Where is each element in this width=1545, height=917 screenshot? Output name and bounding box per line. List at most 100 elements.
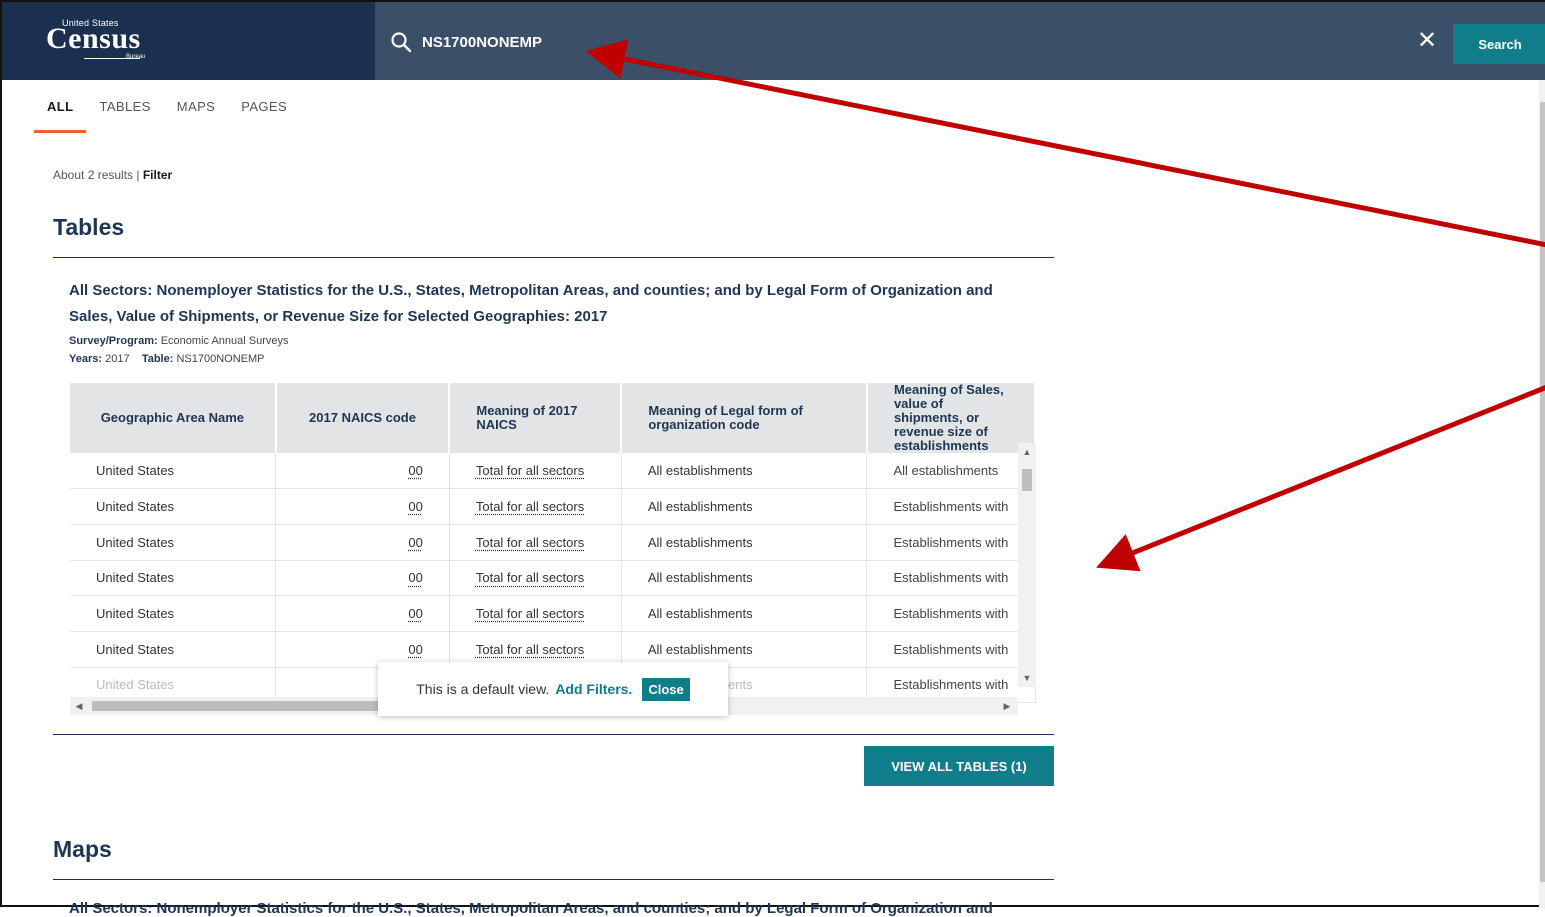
naics-code-link[interactable]: 00 xyxy=(408,606,422,621)
view-all-tables-button[interactable]: VIEW ALL TABLES (1) xyxy=(864,746,1054,786)
table-label: Table: xyxy=(141,353,174,365)
table-cell: All establishments xyxy=(866,453,1036,490)
naics-code-link[interactable]: 00 xyxy=(408,499,422,514)
column-header[interactable]: Meaning of Legal form of organization co… xyxy=(621,383,868,453)
tables-divider xyxy=(53,257,1054,258)
annotation-arrow-to-search xyxy=(585,39,1545,248)
years-value: 2017 xyxy=(105,353,130,365)
tables-heading: Tables xyxy=(53,214,125,240)
filter-link[interactable]: Filter xyxy=(143,168,172,182)
add-filters-link[interactable]: Add Filters. xyxy=(555,681,632,697)
cell-text: All establishments xyxy=(647,534,753,550)
search-input[interactable] xyxy=(422,33,1022,51)
naics-meaning-link[interactable]: Total for all sectors xyxy=(476,570,584,585)
table-cell: Establishments with xyxy=(866,631,1036,668)
table-cell: Total for all sectors xyxy=(449,524,622,561)
annotation-arrow-to-table xyxy=(1096,385,1545,572)
scroll-up-icon[interactable]: ▲ xyxy=(1022,447,1032,457)
cell-text: Establishments with xyxy=(893,606,1009,622)
table-cell: Establishments with xyxy=(866,595,1036,632)
cell-text: United States xyxy=(96,534,175,550)
table-cell: Establishments with xyxy=(866,524,1036,561)
cell-text: United States xyxy=(96,641,175,657)
table-cell: United States xyxy=(70,631,277,668)
cell-text: United States xyxy=(96,499,175,515)
cell-text: All establishments xyxy=(647,606,753,622)
logo-area: United States Census Bureau xyxy=(2,2,375,80)
table-cell: Total for all sectors xyxy=(449,488,622,525)
column-header[interactable]: Meaning of 2017 NAICS xyxy=(449,383,623,453)
naics-meaning-link[interactable]: Total for all sectors xyxy=(476,606,584,621)
table-vertical-scrollbar[interactable]: ▲ ▼ xyxy=(1018,443,1036,687)
clear-search-button[interactable]: ✕ xyxy=(1415,27,1439,54)
table-result-title[interactable]: All Sectors: Nonemployer Statistics for … xyxy=(69,278,1029,330)
tab-maps[interactable]: MAPS xyxy=(164,98,228,134)
results-summary: About 2 results | Filter xyxy=(53,168,172,182)
column-header[interactable]: Meaning of Sales, value of shipments, or… xyxy=(866,383,1036,453)
table-cell: United States xyxy=(70,560,277,597)
cell-text: All establishments xyxy=(893,463,999,479)
result-tabs: ALL TABLES MAPS PAGES xyxy=(34,98,300,134)
naics-code-link[interactable]: 00 xyxy=(408,570,422,585)
close-toast-button[interactable]: Close xyxy=(642,677,690,701)
table-cell: All establishments xyxy=(621,595,868,632)
table-row: United States 00 Total for all sectors All … xyxy=(70,488,1036,525)
survey-label: Survey/Program: xyxy=(69,335,158,347)
tab-pages[interactable]: PAGES xyxy=(228,98,300,134)
cell-text: Establishments with xyxy=(893,641,1009,657)
maps-divider xyxy=(53,879,1054,880)
table-row: United States 00 Total for all sectors All … xyxy=(70,595,1036,632)
table-cell: Total for all sectors xyxy=(449,560,622,597)
scroll-left-icon[interactable]: ◀ xyxy=(74,701,84,711)
cell-text: United States xyxy=(96,463,175,479)
table-cell: 00 xyxy=(275,488,450,525)
logo-main-text: Census xyxy=(46,22,141,55)
table-cell: Establishments with xyxy=(866,560,1036,597)
column-header[interactable]: 2017 NAICS code xyxy=(275,383,451,453)
table-cell: Total for all sectors xyxy=(449,595,622,632)
tab-all[interactable]: ALL xyxy=(34,98,87,134)
naics-meaning-link[interactable]: Total for all sectors xyxy=(476,499,584,514)
years-meta: Years: 2017 Table: NS1700NONEMP xyxy=(69,353,265,365)
scroll-down-icon[interactable]: ▼ xyxy=(1022,673,1032,683)
naics-meaning-link[interactable]: Total for all sectors xyxy=(476,535,584,550)
scroll-thumb[interactable] xyxy=(92,701,382,711)
naics-meaning-link[interactable]: Total for all sectors xyxy=(476,463,584,478)
default-view-toast: This is a default view. Add Filters. Clo… xyxy=(378,662,728,716)
cell-text: Establishments with xyxy=(893,677,1009,693)
table-cell: 00 xyxy=(275,595,450,632)
table-cell: 00 xyxy=(275,453,450,490)
table-cell: 00 xyxy=(275,524,450,561)
page-scrollbar[interactable] xyxy=(1539,80,1545,909)
naics-code-link[interactable]: 00 xyxy=(408,642,422,657)
naics-code-link[interactable]: 00 xyxy=(408,535,422,550)
table-row: United States 00 Total for all sectors All … xyxy=(70,453,1036,490)
cell-text: All establishments xyxy=(647,641,753,657)
search-button[interactable]: Search xyxy=(1453,24,1545,64)
page-scroll-thumb[interactable] xyxy=(1540,102,1545,882)
naics-meaning-link[interactable]: Total for all sectors xyxy=(476,642,584,657)
maps-heading: Maps xyxy=(53,836,112,862)
scroll-right-icon[interactable]: ▶ xyxy=(1002,701,1012,711)
table-cell: United States xyxy=(70,453,277,490)
close-icon: ✕ xyxy=(1416,27,1438,54)
search-bar xyxy=(390,28,1022,56)
tab-tables[interactable]: TABLES xyxy=(86,98,163,134)
table-cell: United States xyxy=(70,524,277,561)
years-label: Years: xyxy=(69,353,103,365)
cell-text: United States xyxy=(96,606,175,622)
cell-text: Establishments with xyxy=(893,534,1009,550)
table-row: United States 00 Total for all sectors All … xyxy=(70,524,1036,561)
table-cell: Total for all sectors xyxy=(449,453,622,490)
survey-value: Economic Annual Surveys xyxy=(160,335,289,347)
table-header-row: Geographic Area Name 2017 NAICS code Mea… xyxy=(70,383,1036,453)
toast-text: This is a default view. xyxy=(416,681,550,697)
cell-text: All establishments xyxy=(647,463,753,479)
table-cell: All establishments xyxy=(621,560,868,597)
table-cell: All establishments xyxy=(621,453,868,490)
scroll-thumb[interactable] xyxy=(1022,469,1032,491)
map-result-title[interactable]: All Sectors: Nonemployer Statistics for … xyxy=(69,900,993,917)
cell-text: United States xyxy=(96,570,175,586)
column-header[interactable]: Geographic Area Name xyxy=(70,383,277,453)
naics-code-link[interactable]: 00 xyxy=(408,463,422,478)
